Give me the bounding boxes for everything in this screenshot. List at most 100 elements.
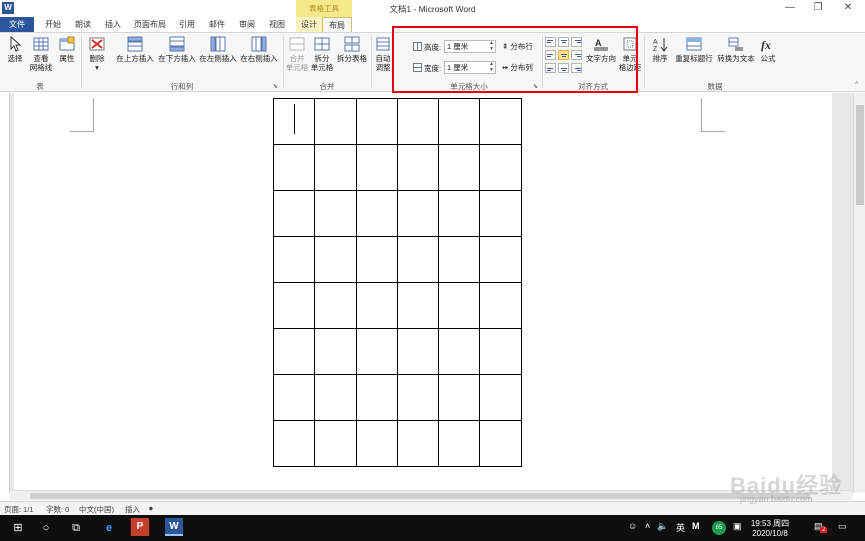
table-cell[interactable] [314,420,357,467]
table-cell[interactable] [272,190,316,237]
table-cell[interactable] [355,144,398,191]
minimize-button[interactable]: — [776,0,804,17]
action-center-icon[interactable]: ▭ [838,521,847,532]
table-cell[interactable] [272,420,316,467]
align-bottom-center-button[interactable] [558,63,569,73]
wechat-tray-icon[interactable]: ☺ [628,521,637,531]
table-cell[interactable] [314,144,357,191]
tab-page-layout[interactable]: 页面布局 [130,17,170,32]
table-cell[interactable] [314,236,357,283]
table-cell[interactable] [438,328,481,375]
table-cell[interactable] [438,420,481,467]
tab-home[interactable]: 开始 [40,17,66,32]
formula-button[interactable]: fx 公式 [757,36,779,63]
vertical-ruler[interactable] [2,93,10,493]
split-cells-button[interactable]: 拆分 单元格 [310,36,334,72]
table-cell[interactable] [314,374,357,421]
task-view-icon[interactable]: ⧉ [63,518,89,538]
clock-time[interactable]: 19:53 周四 [745,518,795,529]
cell-margins-button[interactable]: 单元 格边距 [618,36,642,72]
table-cell[interactable] [438,374,481,421]
table-cell[interactable] [355,236,398,283]
app-m-tray-icon[interactable]: M [692,521,700,531]
tab-read-aloud[interactable]: 朗读 [70,17,96,32]
close-button[interactable]: ✕ [834,0,862,17]
powerpoint-icon[interactable]: P [131,518,149,536]
word-table[interactable] [272,98,522,467]
scrollbar-thumb[interactable] [856,105,864,205]
table-cell[interactable] [438,98,481,145]
page-count-status[interactable]: 页面: 1/1 [4,504,34,515]
align-middle-left-button[interactable] [545,50,556,60]
table-cell[interactable] [396,374,440,421]
distribute-rows-button[interactable]: ⇞ 分布行 [502,42,533,52]
table-cell[interactable] [479,236,522,283]
tab-insert[interactable]: 插入 [100,17,126,32]
vertical-scrollbar[interactable] [853,93,865,493]
align-top-left-button[interactable] [545,37,556,47]
tab-mailings[interactable]: 邮件 [204,17,230,32]
delete-button[interactable]: 删除 ▾ [86,36,108,72]
distribute-cols-button[interactable]: ⇹ 分布列 [502,63,533,73]
table-cell[interactable] [479,190,522,237]
table-cell[interactable] [314,190,357,237]
volume-icon[interactable]: 🔈 [657,521,668,532]
table-cell[interactable] [396,98,440,145]
table-cell[interactable] [396,420,440,467]
split-table-button[interactable]: 拆分表格 [335,36,369,63]
table-cell[interactable] [396,236,440,283]
view-gridlines-button[interactable]: 查看 网格线 [28,36,54,72]
table-cell[interactable] [314,282,357,329]
cell-size-dialog-launcher-icon[interactable]: ⬊ [533,83,538,90]
tab-file[interactable]: 文件 [0,17,34,32]
repeat-header-button[interactable]: 重复标题行 [672,36,716,63]
windows-start-icon[interactable]: ⊞ [5,518,31,538]
sort-button[interactable]: AZ 排序 [648,36,672,63]
tab-review[interactable]: 审阅 [234,17,260,32]
tab-layout[interactable]: 布局 [322,17,352,32]
merge-cells-button[interactable]: 合并 单元格 [285,36,309,72]
table-cell[interactable] [479,374,522,421]
restore-button[interactable]: ❐ [804,0,832,17]
table-cell[interactable] [438,282,481,329]
table-properties-button[interactable]: 属性 [56,36,78,63]
clock-date[interactable]: 2020/10/8 [745,529,795,538]
table-cell[interactable] [272,236,316,283]
convert-to-text-button[interactable]: 转换为文本 [715,36,757,63]
spinner-arrows-icon[interactable]: ▲ ▼ [489,40,494,52]
table-cell[interactable] [438,190,481,237]
align-top-right-button[interactable] [571,37,582,47]
table-cell[interactable] [355,374,398,421]
table-cell[interactable] [479,98,522,145]
insert-below-button[interactable]: 在下方插入 [156,36,198,63]
search-icon[interactable]: ○ [33,518,59,538]
spinner-arrows-icon[interactable]: ▲ ▼ [489,61,494,73]
ime-indicator[interactable]: 英 [676,521,685,534]
width-spinner[interactable]: 1 厘米 ▲ ▼ [444,61,496,74]
rows-cols-dialog-launcher-icon[interactable]: ⬊ [273,83,278,90]
insert-above-button[interactable]: 在上方插入 [114,36,156,63]
height-spinner[interactable]: 1 厘米 ▲ ▼ [444,40,496,53]
align-top-center-button[interactable] [558,37,569,47]
security-badge-icon[interactable]: 65 [712,521,726,535]
align-middle-right-button[interactable] [571,50,582,60]
collapse-ribbon-icon[interactable]: ˄ [855,81,859,87]
table-cell[interactable] [479,420,522,467]
insert-right-button[interactable]: 在右侧插入 [238,36,280,63]
macro-record-icon[interactable]: ⏺ [149,504,153,514]
autofit-button[interactable]: 自动调整 [373,36,393,72]
tab-view[interactable]: 视图 [264,17,290,32]
insert-left-button[interactable]: 在左侧插入 [197,36,239,63]
table-cell[interactable] [272,374,316,421]
table-cell[interactable] [479,282,522,329]
table-cell[interactable] [396,190,440,237]
table-cell[interactable] [396,144,440,191]
align-bottom-left-button[interactable] [545,63,556,73]
tab-references[interactable]: 引用 [174,17,200,32]
show-hidden-icons-icon[interactable]: ˄ [645,521,650,531]
insert-mode-status[interactable]: 插入 [125,504,140,515]
table-cell[interactable] [355,282,398,329]
select-button[interactable]: 选择 [4,36,26,63]
table-cell[interactable] [355,328,398,375]
align-middle-center-button[interactable] [558,50,569,60]
